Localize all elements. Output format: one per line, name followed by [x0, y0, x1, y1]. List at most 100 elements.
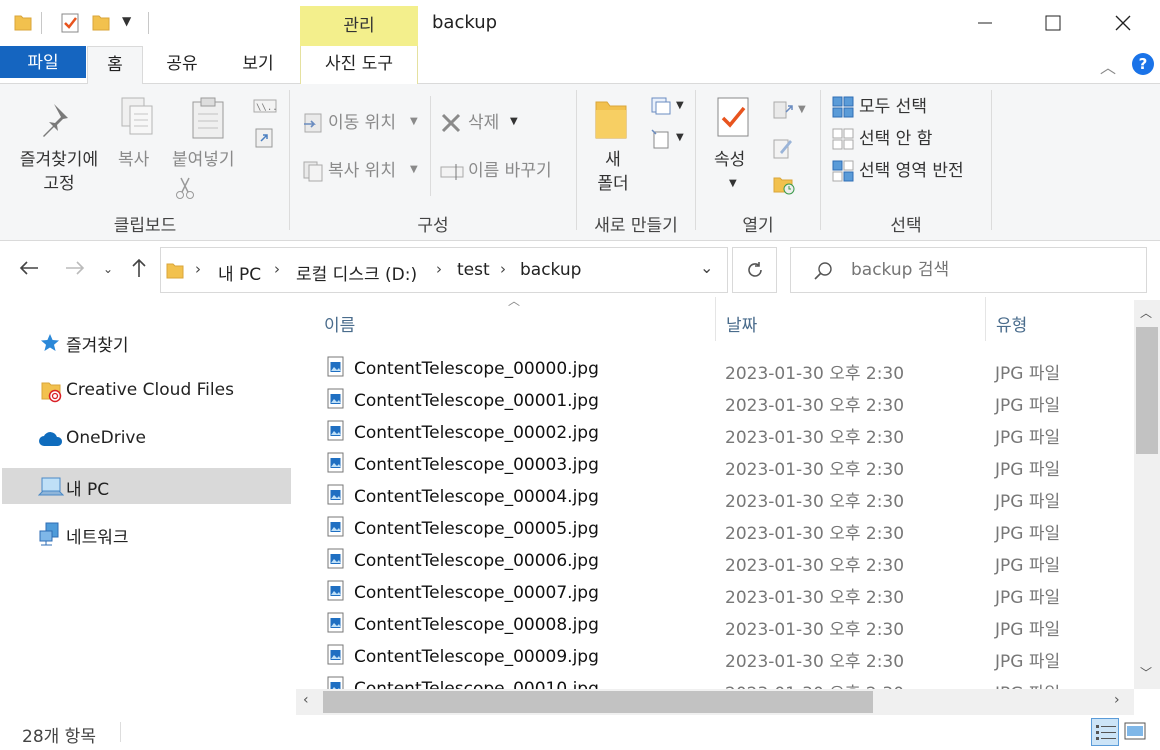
sidebar-item-creative-cloud[interactable]: Creative Cloud Files	[2, 373, 291, 409]
properties-quick-icon[interactable]	[60, 12, 80, 34]
edit-icon[interactable]	[772, 136, 794, 160]
pin-to-quick-access-button[interactable]: 즐겨찾기에 고정	[14, 148, 104, 196]
column-header-type[interactable]: 유형	[996, 311, 1027, 336]
group-divider	[991, 90, 992, 230]
cloud-icon	[39, 432, 63, 446]
refresh-icon	[747, 262, 762, 277]
file-name-cell: ContentTelescope_00006.jpg	[354, 551, 599, 571]
details-view-button[interactable]	[1091, 718, 1119, 746]
up-button[interactable]	[130, 258, 148, 283]
tab-view[interactable]: 보기	[226, 46, 290, 84]
move-to-dropdown-icon[interactable]: ▼	[410, 116, 418, 127]
open-icon[interactable]	[772, 98, 796, 122]
back-button[interactable]	[18, 258, 40, 282]
breadcrumb-chevron-icon[interactable]: ›	[500, 260, 506, 278]
file-row[interactable]: ContentTelescope_00002.jpg 2023-01-30 오후 …	[324, 417, 1114, 449]
address-history-dropdown-icon[interactable]: ⌄	[700, 258, 713, 277]
jpg-file-icon	[327, 484, 344, 505]
file-type-cell: JPG 파일	[995, 364, 1061, 384]
file-row[interactable]: ContentTelescope_00003.jpg 2023-01-30 오후 …	[324, 449, 1114, 481]
invert-selection-button[interactable]: 선택 영역 반전	[859, 159, 964, 183]
horizontal-scroll-thumb[interactable]	[323, 691, 873, 713]
column-divider[interactable]	[985, 297, 986, 341]
scroll-left-arrow-icon[interactable]: ‹	[303, 692, 309, 708]
forward-button[interactable]	[64, 258, 86, 282]
search-input[interactable]	[851, 248, 1131, 292]
open-group-label: 열기	[742, 216, 774, 236]
properties-dropdown-icon[interactable]: ▼	[729, 178, 737, 189]
select-all-button[interactable]: 모두 선택	[859, 95, 927, 119]
collapse-ribbon-icon[interactable]: ︿	[1100, 54, 1116, 78]
column-header-date[interactable]: 날짜	[726, 311, 757, 336]
delete-button[interactable]: 삭제	[468, 111, 499, 135]
easy-access-icon[interactable]	[650, 128, 672, 150]
breadcrumb-test[interactable]: test	[457, 260, 490, 280]
tab-file[interactable]: 파일	[0, 46, 86, 78]
paste-button[interactable]: 붙여넣기	[172, 148, 235, 172]
new-folder-icon	[595, 101, 627, 139]
new-folder-button[interactable]: 새 폴더	[594, 148, 632, 196]
navigation-pane	[0, 301, 296, 714]
file-row[interactable]: ContentTelescope_00010.jpg 2023-01-30 오후 …	[324, 673, 1114, 689]
breadcrumb-chevron-icon[interactable]: ›	[436, 260, 442, 278]
minimize-button[interactable]	[962, 0, 1008, 46]
properties-button[interactable]: 속성	[714, 148, 745, 172]
new-item-dropdown-icon[interactable]: ▼	[676, 100, 684, 111]
copy-to-button[interactable]: 복사 위치	[328, 159, 396, 183]
file-row[interactable]: ContentTelescope_00008.jpg 2023-01-30 오후 …	[324, 609, 1114, 641]
vertical-scroll-thumb[interactable]	[1136, 327, 1158, 454]
history-icon[interactable]	[772, 172, 796, 196]
move-to-button[interactable]: 이동 위치	[328, 111, 396, 135]
tab-home[interactable]: 홈	[87, 46, 143, 85]
scroll-right-arrow-icon[interactable]: ›	[1114, 692, 1120, 708]
file-row[interactable]: ContentTelescope_00000.jpg 2023-01-30 오후 …	[324, 353, 1114, 385]
maximize-button[interactable]	[1030, 0, 1076, 46]
tab-photo-tools[interactable]: 사진 도구	[300, 46, 418, 84]
tab-share[interactable]: 공유	[150, 46, 214, 84]
customize-quick-access-icon[interactable]: ▼	[122, 14, 131, 28]
delete-dropdown-icon[interactable]: ▼	[510, 116, 518, 127]
file-name-cell: ContentTelescope_00002.jpg	[354, 423, 599, 443]
file-date-cell: 2023-01-30 오후 2:30	[725, 460, 905, 480]
breadcrumb-chevron-icon[interactable]: ›	[274, 260, 280, 278]
scroll-down-arrow-icon[interactable]: ﹀	[1140, 664, 1152, 681]
scroll-up-arrow-icon[interactable]: ︿	[1140, 304, 1152, 321]
copy-path-icon[interactable]: \\..	[253, 98, 277, 114]
refresh-button[interactable]	[732, 247, 777, 293]
toolbar-divider	[148, 12, 149, 34]
open-dropdown-icon[interactable]: ▼	[798, 104, 806, 115]
pin-label-line1: 즐겨찾기에	[19, 150, 99, 170]
sidebar-item-network[interactable]: 네트워크	[2, 516, 291, 552]
new-item-icon[interactable]	[650, 96, 674, 116]
file-row[interactable]: ContentTelescope_00004.jpg 2023-01-30 오후 …	[324, 481, 1114, 513]
file-row[interactable]: ContentTelescope_00001.jpg 2023-01-30 오후 …	[324, 385, 1114, 417]
sidebar-item-onedrive[interactable]: OneDrive	[2, 421, 291, 457]
tab-manage[interactable]: 관리	[300, 6, 418, 46]
copy-to-dropdown-icon[interactable]: ▼	[410, 164, 418, 175]
rename-button[interactable]: 이름 바꾸기	[468, 159, 552, 183]
column-divider[interactable]	[715, 297, 716, 341]
new-folder-quick-icon[interactable]	[92, 12, 110, 32]
breadcrumb-this-pc[interactable]: 내 PC	[218, 260, 261, 285]
help-icon[interactable]: ?	[1132, 53, 1154, 75]
select-none-button[interactable]: 선택 안 함	[859, 127, 932, 151]
easy-access-dropdown-icon[interactable]: ▼	[676, 132, 684, 143]
column-header-name[interactable]: 이름	[324, 311, 355, 336]
breadcrumb-chevron-icon[interactable]: ›	[195, 260, 201, 278]
file-row[interactable]: ContentTelescope_00005.jpg 2023-01-30 오후 …	[324, 513, 1114, 545]
cut-icon[interactable]	[176, 176, 194, 200]
recent-locations-icon[interactable]: ⌄	[103, 262, 113, 276]
paste-shortcut-icon[interactable]	[255, 126, 273, 148]
close-button[interactable]	[1100, 0, 1146, 46]
sidebar-item-quick-access[interactable]: 즐겨찾기	[2, 324, 291, 360]
breadcrumb-local-disk[interactable]: 로컬 디스크 (D:)	[296, 260, 417, 285]
file-row[interactable]: ContentTelescope_00007.jpg 2023-01-30 오후 …	[324, 577, 1114, 609]
copy-button[interactable]: 복사	[118, 148, 149, 172]
sidebar-item-this-pc[interactable]: 내 PC	[2, 468, 291, 504]
file-row[interactable]: ContentTelescope_00006.jpg 2023-01-30 오후 …	[324, 545, 1114, 577]
breadcrumb-backup[interactable]: backup	[520, 260, 581, 280]
star-icon	[41, 334, 59, 351]
large-icons-view-button[interactable]	[1124, 722, 1146, 745]
file-row[interactable]: ContentTelescope_00009.jpg 2023-01-30 오후 …	[324, 641, 1114, 673]
search-box[interactable]	[790, 247, 1147, 293]
